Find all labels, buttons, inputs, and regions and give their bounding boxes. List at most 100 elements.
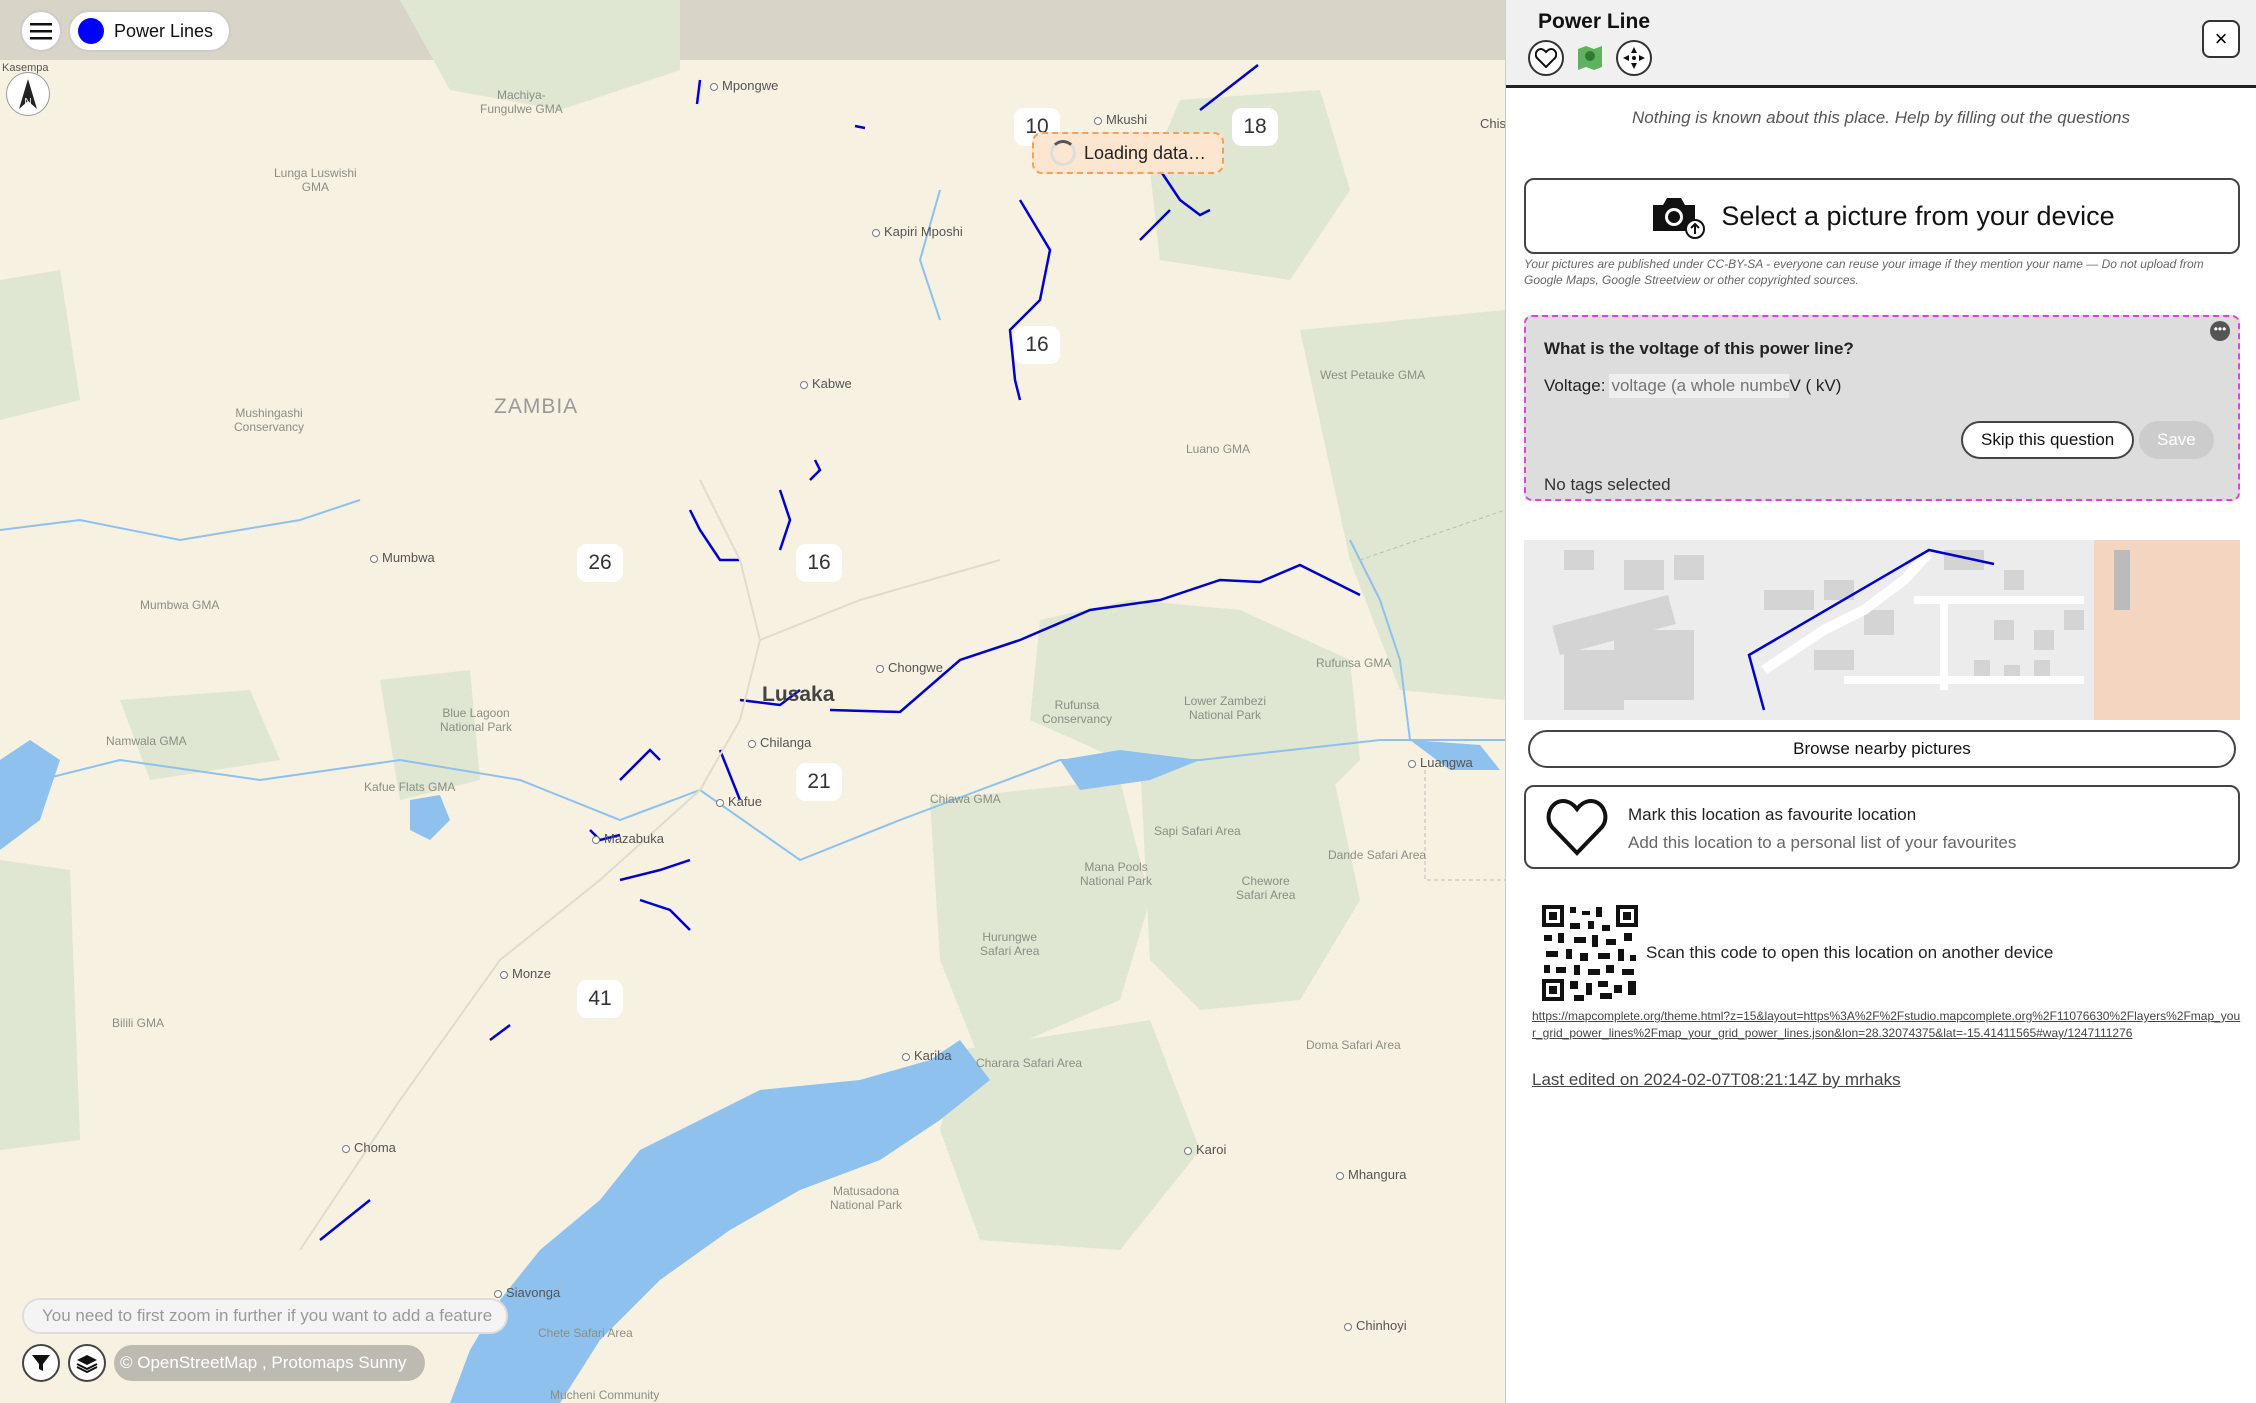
- close-button[interactable]: ×: [2202, 20, 2240, 58]
- question-title: What is the voltage of this power line?: [1544, 339, 1854, 358]
- area-namwala: Namwala GMA: [106, 734, 187, 748]
- place-mumbwa: Mumbwa: [370, 550, 435, 565]
- zoom-hint: You need to first zoom in further if you…: [22, 1298, 508, 1334]
- camera-upload-icon: [1653, 198, 1706, 239]
- area-charara: Charara Safari Area: [976, 1056, 1083, 1070]
- map-canvas[interactable]: [0, 0, 1505, 1403]
- layer-label: Power Lines: [114, 20, 214, 41]
- area-rufunsa-conservancy: Rufunsa Conservancy: [1042, 698, 1113, 726]
- menu-button[interactable]: [20, 10, 62, 52]
- last-edited-link[interactable]: Last edited on 2024-02-07T08:21:14Z by m…: [1532, 1070, 1901, 1090]
- map-marker-button[interactable]: [1572, 40, 1608, 76]
- cluster-badge[interactable]: 16: [796, 544, 842, 582]
- hamburger-icon: [30, 23, 52, 40]
- favourite-subtitle: Add this location to a personal list of …: [1628, 833, 2017, 852]
- cluster-badge[interactable]: 16: [1014, 326, 1060, 364]
- place-chis: Chis: [1480, 116, 1505, 131]
- area-kafueflats: Kafue Flats GMA: [364, 780, 456, 794]
- qr-code: [1540, 903, 1640, 1003]
- area-bilili: Bilili GMA: [112, 1016, 165, 1030]
- cluster-badge[interactable]: 26: [577, 544, 623, 582]
- layer-color-icon: [78, 18, 104, 44]
- heart-icon: [1546, 798, 1608, 856]
- area-machiya: Machiya- Fungulwe GMA: [480, 88, 563, 116]
- favourite-header-button[interactable]: [1528, 40, 1564, 76]
- compass-arrow-icon: N: [19, 79, 37, 109]
- area-doma: Doma Safari Area: [1306, 1038, 1401, 1052]
- zoom-to-button[interactable]: [1616, 40, 1652, 76]
- voltage-unit: V ( kV): [1789, 376, 1842, 395]
- area-bluelagoon: Blue Lagoon National Park: [440, 706, 513, 734]
- qr-url-link[interactable]: https://mapcomplete.org/theme.html?z=15&…: [1532, 1008, 2242, 1042]
- license-notice: Your pictures are published under CC-BY-…: [1524, 257, 2204, 287]
- layers-icon: [76, 1355, 98, 1373]
- no-tags-text: No tags selected: [1544, 475, 1671, 494]
- area-dande: Dande Safari Area: [1328, 848, 1427, 862]
- upload-picture-button[interactable]: Select a picture from your device: [1524, 178, 2240, 254]
- attribution[interactable]: © OpenStreetMap , Protomaps Sunny: [114, 1345, 425, 1381]
- close-icon: ×: [2214, 26, 2228, 51]
- filter-button[interactable]: [22, 1344, 60, 1382]
- area-manapools: Mana Pools National Park: [1080, 860, 1153, 888]
- more-options-icon[interactable]: •••: [2210, 321, 2230, 341]
- loading-text: Loading data…: [1083, 142, 1207, 163]
- place-siavonga: Siavonga: [494, 1285, 560, 1300]
- area-mumbwagma: Mumbwa GMA: [140, 598, 220, 612]
- area-matusadona: Matusadona National Park: [830, 1184, 903, 1212]
- place-luangwa: Luangwa: [1408, 755, 1473, 770]
- spinner-icon: [1049, 140, 1076, 166]
- nothing-known-text: Nothing is known about this place. Help …: [1631, 108, 2131, 127]
- place-choma: Choma: [342, 1140, 396, 1155]
- place-chilanga: Chilanga: [748, 735, 811, 750]
- area-lunga: Lunga Luswishi GMA: [274, 166, 357, 194]
- feature-panel: Power Line × Nothing is known about this…: [1505, 0, 2256, 1403]
- layers-button[interactable]: [68, 1344, 106, 1382]
- capital-label: Lusaka: [762, 683, 835, 706]
- qr-code-icon: [1540, 903, 1640, 1003]
- place-kabwe: Kabwe: [800, 376, 852, 391]
- protected-areas: [0, 0, 1505, 1250]
- filter-icon: [32, 1355, 50, 1371]
- crosshair-icon: [1623, 47, 1645, 69]
- place-chinhoyi: Chinhoyi: [1344, 1318, 1407, 1333]
- area-mushingashi: Mushingashi Conservancy: [234, 406, 305, 434]
- map-marker-icon: [1578, 46, 1602, 70]
- place-mpongwe: Mpongwe: [710, 78, 778, 93]
- browse-pictures-button[interactable]: Browse nearby pictures: [1528, 730, 2236, 768]
- area-hurungwe: Hurungwe Safari Area: [980, 930, 1040, 958]
- mini-map-canvas: [1524, 540, 2240, 720]
- mini-map[interactable]: [1524, 540, 2240, 720]
- country-label: ZAMBIA: [494, 395, 579, 418]
- save-button[interactable]: Save: [2139, 421, 2214, 459]
- area-mucheni: Mucheni Community: [550, 1388, 660, 1402]
- place-mkushi: Mkushi: [1094, 112, 1147, 127]
- area-chewore: Chewore Safari Area: [1236, 874, 1296, 902]
- place-monze: Monze: [500, 966, 551, 981]
- place-kariba: Kariba: [902, 1048, 952, 1063]
- panel-title: Power Line: [1538, 10, 1651, 33]
- skip-question-button[interactable]: Skip this question: [1961, 421, 2135, 459]
- question-box: ••• What is the voltage of this power li…: [1524, 315, 2240, 501]
- map-view[interactable]: ZAMBIA Lusaka Mpongwe Mkushi Kapiri Mpos…: [0, 0, 1505, 1403]
- upload-label: Select a picture from your device: [1721, 200, 2115, 231]
- place-mazabuka: Mazabuka: [592, 831, 664, 846]
- heart-icon: [1535, 48, 1557, 68]
- voltage-input[interactable]: [1609, 374, 1790, 398]
- area-sapi: Sapi Safari Area: [1154, 824, 1241, 838]
- place-karoi: Karoi: [1184, 1142, 1226, 1157]
- cluster-badge[interactable]: 18: [1232, 108, 1278, 146]
- place-chongwe: Chongwe: [876, 660, 943, 675]
- qr-description: Scan this code to open this location on …: [1646, 943, 2054, 962]
- svg-text:N: N: [24, 97, 31, 108]
- area-chiawa: Chiawa GMA: [930, 792, 1001, 806]
- area-chete: Chete Safari Area: [538, 1326, 633, 1340]
- compass-button[interactable]: N: [6, 72, 50, 116]
- place-mhangura: Mhangura: [1336, 1167, 1407, 1182]
- cluster-badge[interactable]: 21: [796, 763, 842, 801]
- favourite-location-button[interactable]: Mark this location as favourite location…: [1524, 785, 2240, 869]
- area-westpetauke: West Petauke GMA: [1320, 368, 1426, 382]
- cluster-badge[interactable]: 41: [577, 980, 623, 1018]
- place-kapiri: Kapiri Mposhi: [872, 224, 963, 239]
- layer-toggle[interactable]: Power Lines: [68, 10, 232, 52]
- area-luano: Luano GMA: [1186, 442, 1251, 456]
